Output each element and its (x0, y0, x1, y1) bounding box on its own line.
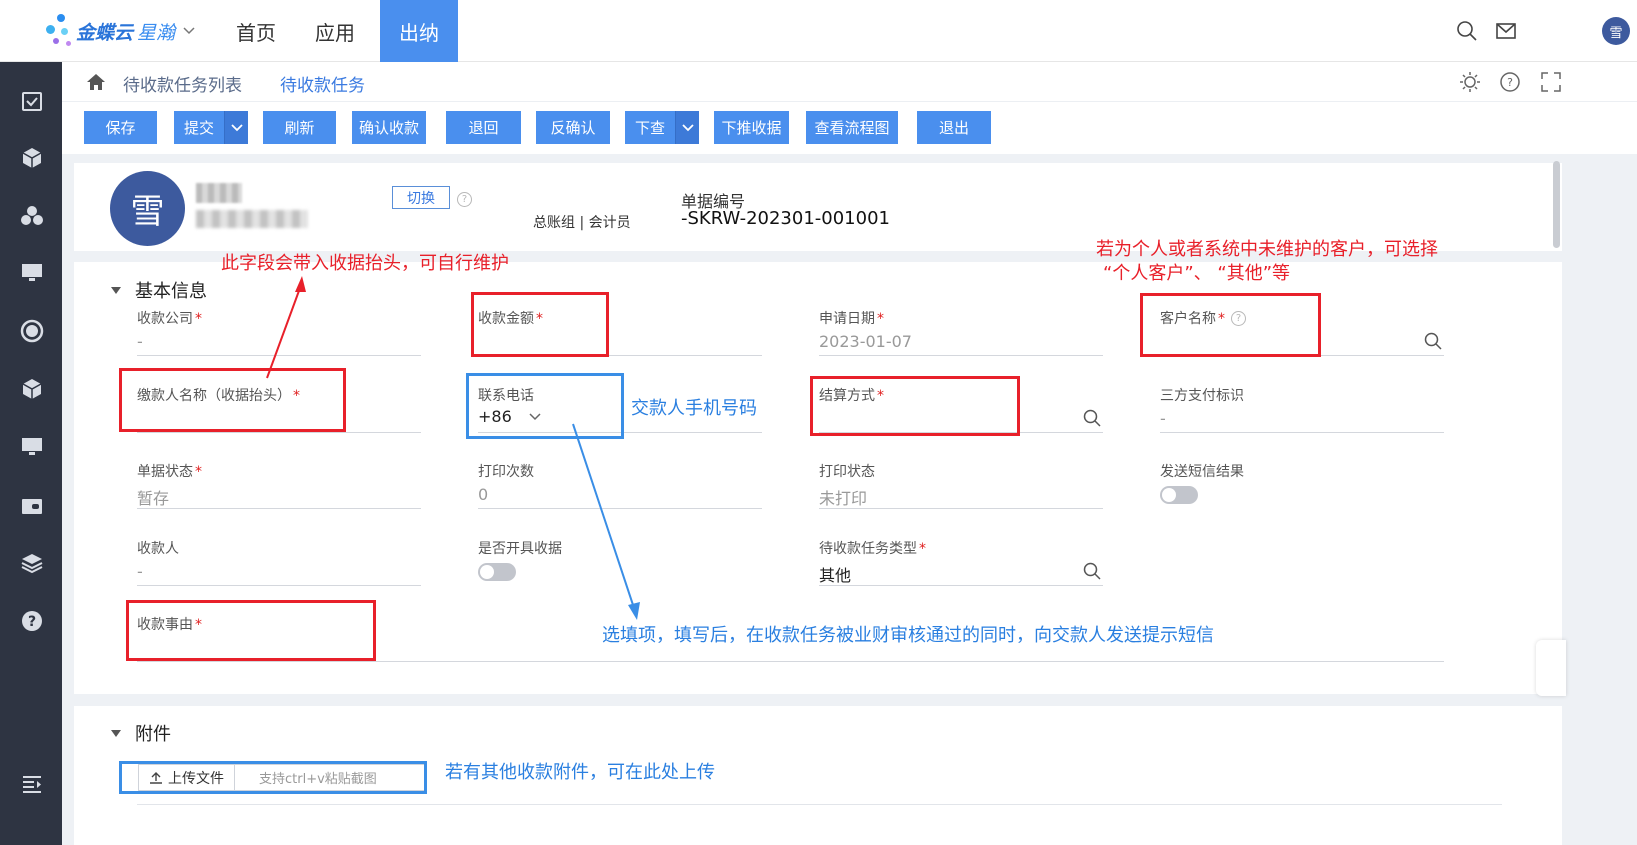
annotation-payer-note: 此字段会带入收据抬头，可自行维护 (221, 253, 509, 274)
annotation-sms-note: 选填项，填写后，在收款任务被业财审核通过的同时，向交款人发送提示短信 (602, 625, 1214, 646)
annotation-attach-note: 若有其他收款附件，可在此处上传 (445, 762, 715, 783)
app-window: 金蝶云 星瀚 首页 应用 出纳 雪 ? 待收款任务列表 待收款任务 ? 保存 提… (0, 0, 1637, 845)
annotation-customer-note-2: “个人客户”、 “其他”等 (1103, 263, 1291, 284)
arrow-head-blue (628, 602, 640, 620)
annotation-arrows (266, 276, 640, 620)
annotation-customer-note-1: 若为个人或者系统中未维护的客户，可选择 (1096, 239, 1438, 260)
arrow-head-red (295, 276, 306, 292)
annotation-phone-note: 交款人手机号码 (631, 398, 757, 419)
